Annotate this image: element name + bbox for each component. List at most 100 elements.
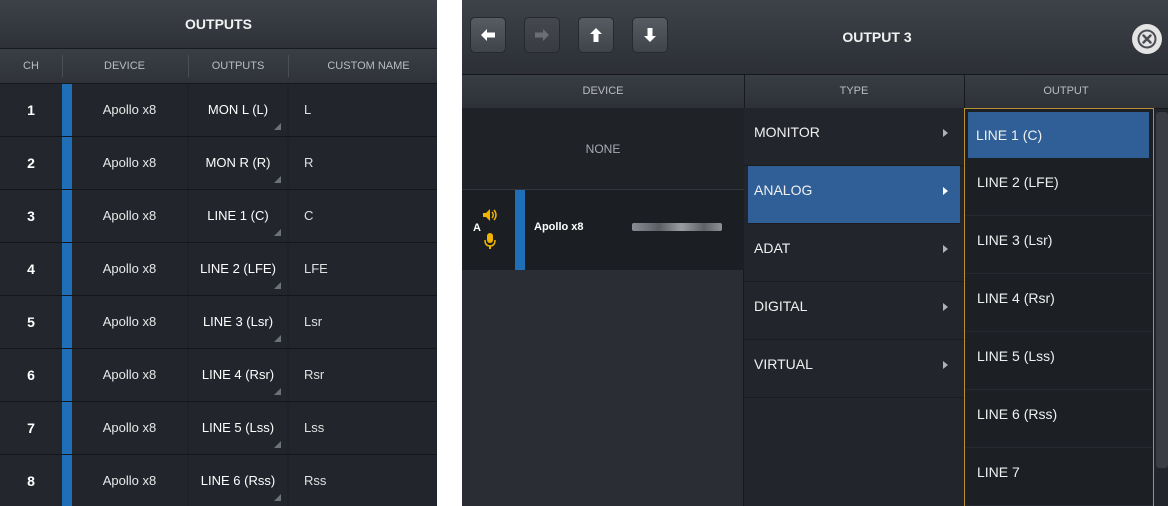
outputs-table-header: CH DEVICE OUTPUTS CUSTOM NAME [0,49,437,84]
device-color-bar [62,349,72,401]
arrow-up-icon [590,28,602,42]
output-select[interactable]: LINE 4 (Rsr) [189,349,287,401]
dialog-column-header: DEVICE TYPE OUTPUT [462,75,1168,109]
table-row[interactable]: 3 Apollo x8 LINE 1 (C) C [0,190,437,243]
dropdown-corner-icon [274,494,281,501]
device-color-bar [62,84,72,136]
output-option[interactable]: LINE 5 (Lss) [965,332,1153,390]
arrow-down-icon [644,28,656,42]
dropdown-corner-icon [274,282,281,289]
submenu-arrow-icon [943,361,948,369]
device-color-bar [62,455,72,506]
output-select[interactable]: LINE 5 (Lss) [189,402,287,454]
device-color-bar [62,402,72,454]
output-select[interactable]: LINE 6 (Rss) [189,455,287,506]
output-value: MON L (L) [207,102,269,117]
device-name: Apollo x8 [534,221,584,233]
custom-name-field[interactable]: Rsr [289,349,437,401]
output-option[interactable]: LINE 3 (Lsr) [965,216,1153,274]
table-row[interactable]: 4 Apollo x8 LINE 2 (LFE) LFE [0,243,437,296]
output-select[interactable]: MON L (L) [189,84,287,136]
dropdown-corner-icon [274,176,281,183]
device-cell: Apollo x8 [72,296,187,348]
output-value: MON R (R) [205,155,271,170]
custom-name-field[interactable]: LFE [289,243,437,295]
type-option-label: ADAT [754,240,791,256]
channel-number: 3 [0,190,62,242]
channel-number: 1 [0,84,62,136]
type-option-monitor[interactable]: MONITOR [744,108,964,166]
custom-name-field[interactable]: L [289,84,437,136]
device-letter: A [473,222,481,234]
type-option-adat[interactable]: ADAT [744,224,964,282]
type-list: MONITOR ANALOG ADAT DIGITAL VIRTUAL [744,108,964,506]
output-list: LINE 1 (C) LINE 2 (LFE) LINE 3 (Lsr) LINE 4… [964,108,1154,506]
custom-name-field[interactable]: R [289,137,437,189]
device-cell: Apollo x8 [72,455,187,506]
output-option[interactable]: LINE 4 (Rsr) [965,274,1153,332]
device-cell: Apollo x8 [72,243,187,295]
custom-name-field[interactable]: Lsr [289,296,437,348]
channel-number: 4 [0,243,62,295]
dropdown-corner-icon [274,123,281,130]
dialog-title: OUTPUT 3 [842,29,912,45]
output-option[interactable]: LINE 2 (LFE) [965,158,1153,216]
dropdown-corner-icon [274,335,281,342]
move-up-button[interactable] [578,17,614,53]
output-option[interactable]: LINE 6 (Rss) [965,390,1153,448]
device-cell: Apollo x8 [72,349,187,401]
device-hardware-image [632,223,722,231]
forward-button[interactable] [524,17,560,53]
output-value: LINE 1 (C) [207,208,269,223]
dialog-toolbar: OUTPUT 3 [462,0,1168,75]
output-select[interactable]: LINE 3 (Lsr) [189,296,287,348]
custom-name-field[interactable]: Rss [289,455,437,506]
move-down-button[interactable] [632,17,668,53]
submenu-arrow-icon [943,129,948,137]
device-color-bar [515,190,525,270]
outputs-panel: OUTPUTS CH DEVICE OUTPUTS CUSTOM NAME 1A… [0,0,437,506]
column-header-device: DEVICE [582,85,624,97]
arrow-left-icon [481,29,495,41]
type-option-analog[interactable]: ANALOG [748,166,960,224]
output-option[interactable]: LINE 7 [965,448,1153,506]
output-list-scrollbar[interactable] [1156,112,1168,468]
outputs-table-body: 1 Apollo x8 MON L (L) L 2 Apollo x8 MON R (R) R… [0,84,437,506]
table-row[interactable]: 5 Apollo x8 LINE 3 (Lsr) Lsr [0,296,437,349]
device-list: NONE A Apollo x8 [462,108,744,506]
microphone-icon [484,233,496,249]
close-button[interactable] [1132,24,1162,54]
table-row[interactable]: 1 Apollo x8 MON L (L) L [0,84,437,137]
dropdown-corner-icon [274,441,281,448]
device-cell: Apollo x8 [72,84,187,136]
channel-number: 6 [0,349,62,401]
device-none-option[interactable]: NONE [462,108,744,190]
custom-name-field[interactable]: Lss [289,402,437,454]
channel-number: 5 [0,296,62,348]
device-cell: Apollo x8 [72,137,187,189]
custom-name-field[interactable]: C [289,190,437,242]
device-apollo-option[interactable]: A Apollo x8 [462,190,744,270]
output-value: LINE 4 (Rsr) [201,367,275,382]
table-row[interactable]: 8 Apollo x8 LINE 6 (Rss) Rss [0,455,437,506]
dropdown-corner-icon [274,388,281,395]
table-row[interactable]: 7 Apollo x8 LINE 5 (Lss) Lss [0,402,437,455]
table-row[interactable]: 2 Apollo x8 MON R (R) R [0,137,437,190]
table-row[interactable]: 6 Apollo x8 LINE 4 (Rsr) Rsr [0,349,437,402]
device-cell: Apollo x8 [72,190,187,242]
column-header-output: OUTPUT [1043,85,1089,97]
device-color-bar [62,296,72,348]
output-select[interactable]: LINE 1 (C) [189,190,287,242]
type-option-virtual[interactable]: VIRTUAL [744,340,964,398]
device-cell: Apollo x8 [72,402,187,454]
output-option[interactable]: LINE 1 (C) [968,112,1149,158]
output-select[interactable]: MON R (R) [189,137,287,189]
type-option-digital[interactable]: DIGITAL [744,282,964,340]
output-select[interactable]: LINE 2 (LFE) [189,243,287,295]
type-option-label: VIRTUAL [754,356,813,372]
back-button[interactable] [470,17,506,53]
arrow-right-icon [535,29,549,41]
channel-number: 2 [0,137,62,189]
channel-number: 7 [0,402,62,454]
type-option-label: DIGITAL [754,298,808,314]
